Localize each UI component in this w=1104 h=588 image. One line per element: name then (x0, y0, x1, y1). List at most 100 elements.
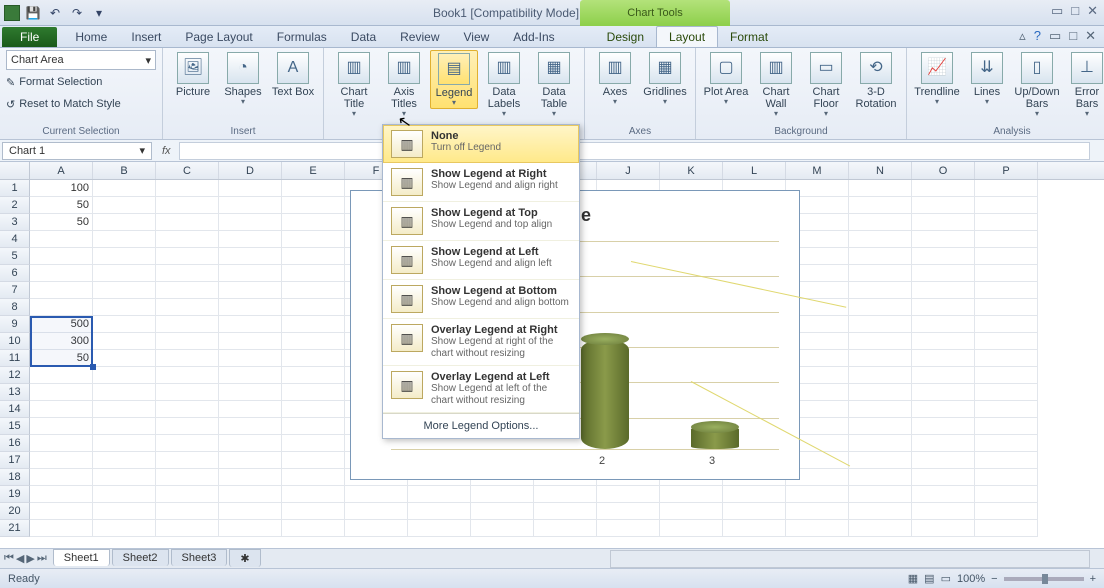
cell[interactable] (912, 418, 975, 435)
cell[interactable] (156, 316, 219, 333)
cell[interactable] (93, 435, 156, 452)
col-N[interactable]: N (849, 162, 912, 179)
cell[interactable] (912, 486, 975, 503)
cell[interactable] (93, 486, 156, 503)
row-header[interactable]: 12 (0, 367, 30, 384)
maximize-icon[interactable]: □ (1071, 3, 1079, 19)
cell[interactable] (219, 469, 282, 486)
tab-page-layout[interactable]: Page Layout (173, 27, 264, 47)
doc-restore-icon[interactable]: □ (1069, 28, 1077, 44)
cell[interactable] (93, 316, 156, 333)
formula-input[interactable] (179, 142, 1090, 160)
cell[interactable] (975, 282, 1038, 299)
cell[interactable] (219, 282, 282, 299)
cell[interactable] (849, 401, 912, 418)
sheet-tab-3[interactable]: Sheet3 (171, 549, 228, 566)
cell[interactable] (975, 265, 1038, 282)
doc-close-icon[interactable]: ✕ (1085, 28, 1096, 44)
cell[interactable] (975, 435, 1038, 452)
cell[interactable] (849, 469, 912, 486)
cell[interactable] (912, 248, 975, 265)
cell[interactable] (156, 367, 219, 384)
sheet-tab-2[interactable]: Sheet2 (112, 549, 169, 566)
legend-more-options[interactable]: More Legend Options... (383, 413, 579, 438)
chart-wall-button[interactable]: ▥Chart Wall▾ (752, 50, 800, 119)
cell[interactable] (156, 435, 219, 452)
cell[interactable] (786, 520, 849, 537)
cell[interactable] (345, 520, 408, 537)
cell[interactable] (849, 197, 912, 214)
cell[interactable] (282, 282, 345, 299)
sheet-nav-first-icon[interactable]: ⏮ (4, 552, 14, 565)
cell[interactable] (156, 452, 219, 469)
view-break-icon[interactable]: ▭ (941, 572, 951, 585)
cell[interactable] (156, 469, 219, 486)
cell[interactable] (282, 180, 345, 197)
cell[interactable] (93, 367, 156, 384)
cell[interactable] (93, 384, 156, 401)
cell[interactable] (282, 350, 345, 367)
zoom-slider[interactable] (1004, 577, 1084, 581)
legend-option-none[interactable]: ▥NoneTurn off Legend (383, 125, 579, 163)
zoom-level[interactable]: 100% (957, 573, 985, 585)
cell[interactable] (282, 316, 345, 333)
cell[interactable] (975, 401, 1038, 418)
cell[interactable] (597, 520, 660, 537)
cell[interactable] (849, 214, 912, 231)
cell[interactable] (912, 367, 975, 384)
cell[interactable] (219, 384, 282, 401)
cell[interactable] (912, 214, 975, 231)
cell[interactable]: 300 (30, 333, 93, 350)
cell[interactable] (93, 265, 156, 282)
cell[interactable] (975, 350, 1038, 367)
legend-option-overlay-left[interactable]: ▥Overlay Legend at LeftShow Legend at le… (383, 366, 579, 413)
tab-layout[interactable]: Layout (656, 26, 718, 47)
cell[interactable] (156, 214, 219, 231)
cell[interactable]: 50 (30, 214, 93, 231)
cell[interactable] (156, 503, 219, 520)
new-sheet-button[interactable]: ✱ (229, 549, 260, 567)
cell[interactable] (408, 520, 471, 537)
row-header[interactable]: 19 (0, 486, 30, 503)
cell[interactable] (93, 248, 156, 265)
cell[interactable] (660, 503, 723, 520)
cell[interactable] (975, 503, 1038, 520)
cell[interactable] (156, 384, 219, 401)
cell[interactable] (912, 299, 975, 316)
lines-button[interactable]: ⇊Lines▾ (963, 50, 1011, 107)
save-icon[interactable]: 💾 (24, 4, 42, 22)
tab-formulas[interactable]: Formulas (265, 27, 339, 47)
cell[interactable] (156, 265, 219, 282)
cell[interactable] (534, 520, 597, 537)
cell[interactable] (849, 282, 912, 299)
cell[interactable] (534, 486, 597, 503)
data-table-button[interactable]: ▦Data Table▾ (530, 50, 578, 119)
cell[interactable] (975, 520, 1038, 537)
shapes-button[interactable]: ◔Shapes▾ (219, 50, 267, 107)
cell[interactable] (93, 401, 156, 418)
fx-icon[interactable]: fx (154, 145, 179, 157)
qat-dropdown-icon[interactable]: ▾ (90, 4, 108, 22)
cell[interactable] (156, 418, 219, 435)
cell[interactable] (471, 520, 534, 537)
tab-design[interactable]: Design (595, 27, 656, 47)
cell[interactable] (156, 333, 219, 350)
cell[interactable] (912, 469, 975, 486)
cell[interactable] (345, 486, 408, 503)
cell[interactable] (219, 180, 282, 197)
textbox-button[interactable]: AText Box (269, 50, 317, 98)
tab-view[interactable]: View (452, 27, 502, 47)
cell[interactable] (282, 435, 345, 452)
col-J[interactable]: J (597, 162, 660, 179)
chart-element-dropdown[interactable]: Chart Area▾ (6, 50, 156, 70)
cell[interactable] (282, 486, 345, 503)
cell[interactable] (156, 401, 219, 418)
select-all-corner[interactable] (0, 162, 30, 179)
cell[interactable] (345, 503, 408, 520)
sheet-nav-next-icon[interactable]: ▶ (26, 552, 34, 565)
undo-icon[interactable]: ↶ (46, 4, 64, 22)
cell[interactable] (282, 248, 345, 265)
cell[interactable] (93, 197, 156, 214)
chart-bar-2[interactable] (581, 339, 629, 449)
cell[interactable] (849, 350, 912, 367)
